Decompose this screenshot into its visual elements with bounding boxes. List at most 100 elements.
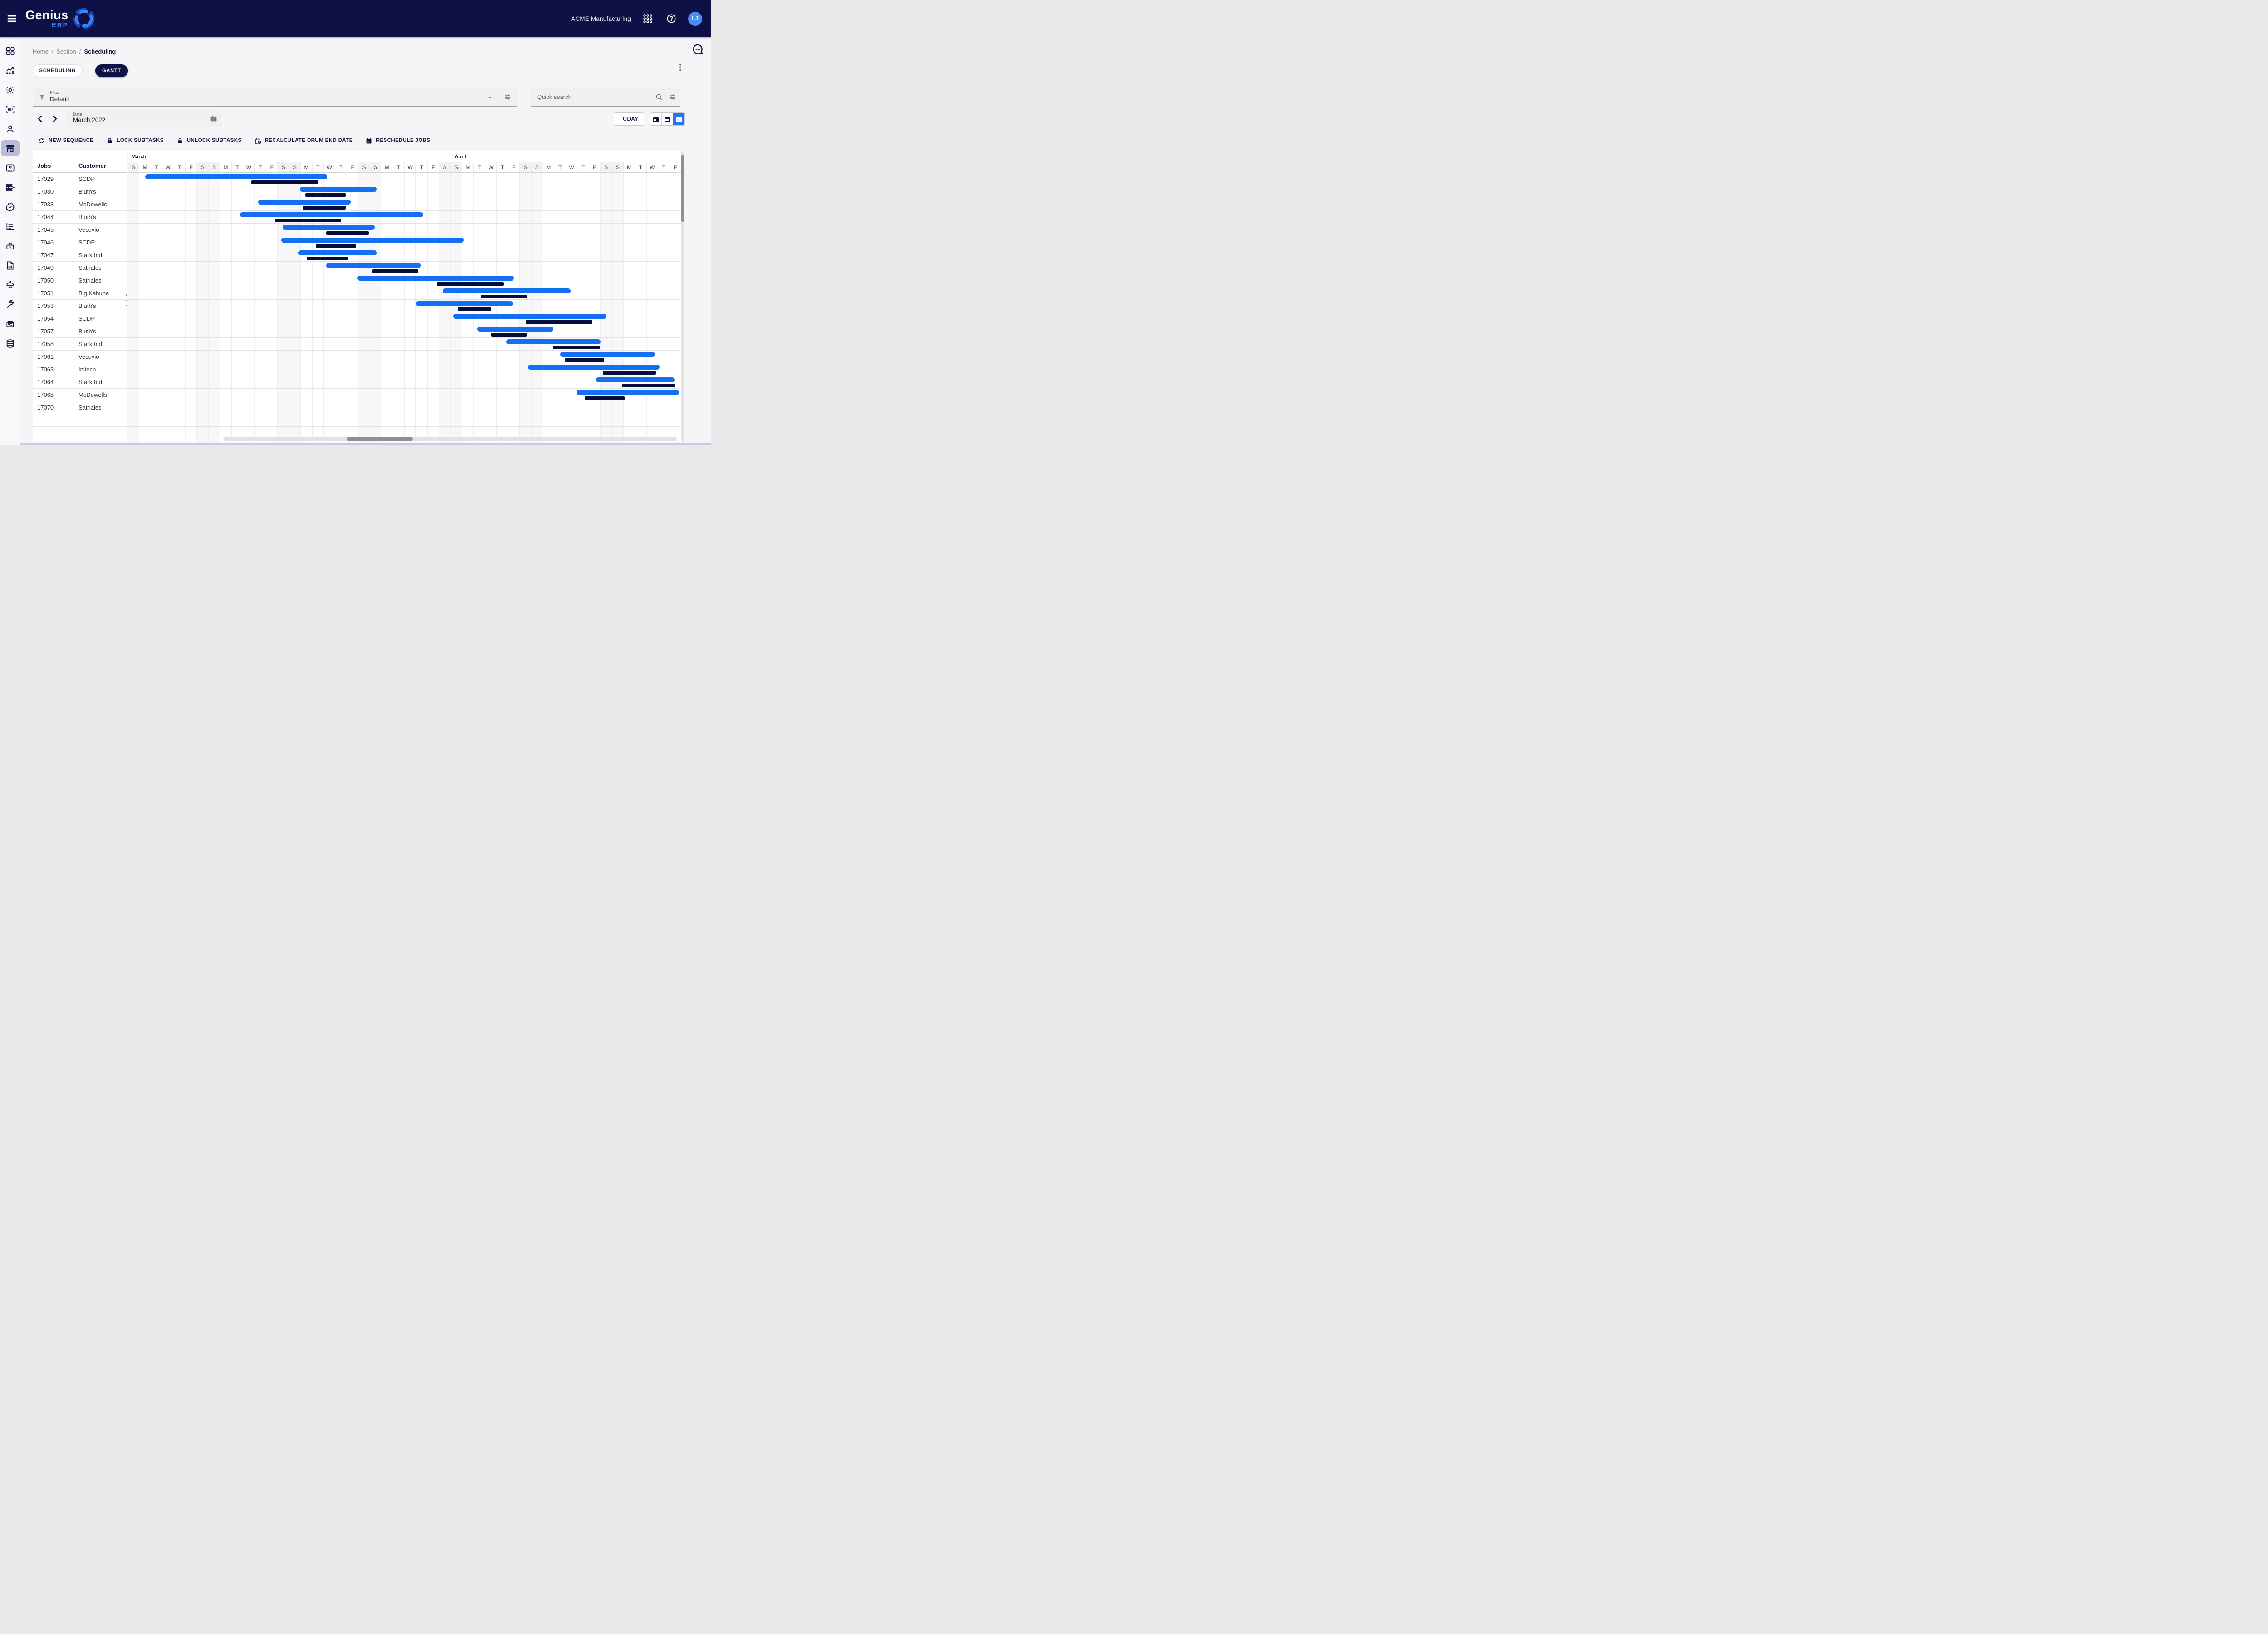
job-row-17068[interactable]: 17068McDowells [33,389,127,401]
gantt-task-bar-17054[interactable] [453,314,606,319]
sidebar-item-store-icon[interactable] [1,140,20,156]
gantt-subtask-bar-17030[interactable] [305,193,346,197]
today-button[interactable]: TODAY [614,112,644,126]
job-row-17051[interactable]: 17051Big Kahuna [33,287,127,300]
more-options-kebab-icon[interactable] [675,63,685,73]
horizontal-scrollbar[interactable] [223,437,677,441]
gantt-subtask-bar-17063[interactable] [603,371,656,375]
sidebar-item-report-icon[interactable] [1,218,20,234]
gantt-task-bar-17058[interactable] [506,339,601,344]
job-row-17053[interactable]: 17053Bluth's [33,300,127,312]
sidebar-item-analytics-icon[interactable] [1,62,20,78]
gantt-task-bar-17029[interactable] [145,174,327,179]
view-day-button[interactable] [650,113,662,125]
gantt-task-bar-17061[interactable] [560,352,655,357]
sidebar-item-maintenance-wrench-icon[interactable] [1,296,20,312]
gantt-task-bar-17044[interactable] [240,212,423,217]
gantt-task-bar-17049[interactable] [326,263,420,268]
sidebar-item-engineering-icon[interactable] [1,277,20,293]
sidebar-item-register-icon[interactable] [1,316,20,332]
sidebar-item-barcode-icon[interactable] [1,101,20,117]
sidebar-item-file-chart-icon[interactable] [1,257,20,273]
toolbar-button-unlock-subtasks[interactable]: UNLOCK SUBTASKS [176,137,242,145]
gantt-subtask-bar-17054[interactable] [526,320,592,324]
view-month-button[interactable] [673,113,684,125]
sidebar-item-users-icon[interactable] [1,121,20,137]
gantt-task-bar-17063[interactable] [528,365,660,370]
sidebar-item-documents-icon[interactable] [1,179,20,195]
quick-search-field[interactable] [531,88,680,107]
user-avatar[interactable]: LJ [688,12,702,26]
job-row-17061[interactable]: 17061Vesuvio [33,351,127,363]
gantt-task-bar-17057[interactable] [477,327,553,332]
filter-field[interactable]: Filter Default [33,88,517,107]
gantt-subtask-bar-17053[interactable] [458,307,491,311]
gantt-subtask-bar-17068[interactable] [585,396,625,400]
sidebar-item-id-card-icon[interactable] [1,160,20,176]
toolbar-button-new-sequence[interactable]: NEW SEQUENCE [38,137,93,145]
sidebar-item-dashboard-icon[interactable] [1,43,20,59]
toolbar-button-recalculate-drum-end-date[interactable]: RECALCULATE DRUM END DATE [254,137,353,145]
gantt-subtask-bar-17046[interactable] [316,244,356,248]
gantt-subtask-bar-17061[interactable] [565,358,604,362]
job-row-17029[interactable]: 17029SCDP [33,173,127,185]
gantt-task-bar-17053[interactable] [416,301,513,306]
horizontal-scrollbar-thumb[interactable] [347,437,413,441]
job-row-17054[interactable]: 17054SCDP [33,312,127,325]
gantt-subtask-bar-17047[interactable] [307,257,348,260]
gantt-subtask-bar-17051[interactable] [481,295,527,298]
job-row-17064[interactable]: 17064Stark Ind. [33,376,127,389]
gantt-subtask-bar-17049[interactable] [372,269,419,273]
gantt-task-bar-17064[interactable] [596,377,675,382]
gantt-task-bar-17068[interactable] [577,390,679,395]
search-icon[interactable] [655,93,663,101]
toolbar-button-lock-subtasks[interactable]: LOCK SUBTASKS [106,137,163,145]
toolbar-button-reschedule-jobs[interactable]: RESCHEDULE JOBS [365,137,430,145]
feedback-chat-icon[interactable] [691,43,705,56]
view-week-button[interactable] [662,113,673,125]
gantt-subtask-bar-17064[interactable] [622,384,674,387]
sidebar-item-database-icon[interactable] [1,335,20,351]
sidebar-item-settings-icon[interactable] [1,82,20,98]
job-row-17070[interactable]: 17070Satriales [33,401,127,414]
sidebar-item-quality-seal-icon[interactable] [1,199,20,215]
sidebar-item-payroll-lock-icon[interactable]: $ [1,238,20,254]
job-row-17045[interactable]: 17045Vesuvio [33,224,127,236]
gantt-subtask-bar-17057[interactable] [491,333,527,337]
job-row-17050[interactable]: 17050Satriales [33,274,127,287]
vertical-scrollbar-thumb[interactable] [681,155,684,222]
job-row-17046[interactable]: 17046SCDP [33,236,127,249]
tab-gantt[interactable]: GANTT [95,64,128,77]
quick-search-input[interactable] [536,88,650,106]
job-row-17030[interactable]: 17030Bluth's [33,185,127,198]
gantt-task-bar-17050[interactable] [357,276,514,281]
vertical-scrollbar[interactable] [681,151,684,442]
help-icon[interactable] [665,12,678,25]
job-row-17033[interactable]: 17033McDowells [33,198,127,211]
next-period-chevron[interactable] [49,113,60,124]
gantt-subtask-bar-17045[interactable] [326,231,369,235]
gantt-task-bar-17045[interactable] [283,225,375,230]
gantt-task-bar-17047[interactable] [298,250,377,255]
filter-tune-icon[interactable] [503,93,512,101]
prev-period-chevron[interactable] [35,113,46,124]
job-row-17049[interactable]: 17049Satriales [33,262,127,274]
dropdown-caret-icon[interactable] [486,94,494,101]
tab-scheduling[interactable]: SCHEDULING [33,64,83,77]
gantt-task-bar-17030[interactable] [300,187,377,192]
date-field[interactable]: Date March 2022 [67,110,222,127]
gantt-subtask-bar-17033[interactable] [303,206,346,210]
job-row-17058[interactable]: 17058Stark Ind. [33,338,127,351]
gantt-subtask-bar-17029[interactable] [251,180,318,184]
job-row-17057[interactable]: 17057Bluth's [33,325,127,338]
menu-icon[interactable] [5,11,19,26]
gantt-subtask-bar-17058[interactable] [553,346,600,349]
job-row-17047[interactable]: 17047Stark Ind. [33,249,127,262]
search-tune-icon[interactable] [668,93,676,101]
gantt-subtask-bar-17050[interactable] [437,282,503,286]
breadcrumb-home[interactable]: Home [33,48,49,55]
breadcrumb-section[interactable]: Section [56,48,76,55]
gantt-task-bar-17046[interactable] [281,238,464,243]
job-row-17063[interactable]: 17063Initech [33,363,127,376]
gantt-task-bar-17051[interactable] [443,288,571,293]
